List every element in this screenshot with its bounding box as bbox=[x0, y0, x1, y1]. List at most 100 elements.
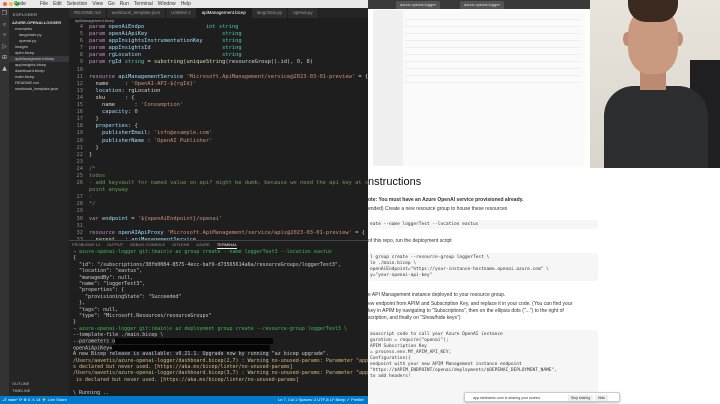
line-number: 15 bbox=[76, 102, 84, 109]
extensions-icon[interactable]: ⊞ bbox=[0, 52, 9, 63]
editor-tab[interactable]: workbook_template.json bbox=[106, 8, 167, 18]
minimize-dot[interactable] bbox=[9, 2, 13, 6]
panel-tab[interactable]: DEBUG CONSOLE bbox=[130, 241, 165, 249]
editor-tab[interactable]: apiManagement.bicep bbox=[196, 8, 252, 18]
file-tree-label: workbook_template.json bbox=[15, 86, 59, 91]
browser-tab[interactable]: azure-openai-logger bbox=[396, 1, 440, 9]
code-area[interactable]: 4 param openAiEndpo int string 5 param open… bbox=[69, 24, 369, 240]
code-token: param bbox=[89, 38, 109, 45]
menu-item[interactable]: Help bbox=[181, 0, 191, 8]
editor-tab[interactable]: openai.py bbox=[288, 8, 319, 18]
code-token: param bbox=[89, 52, 109, 59]
file-tree-label: examples bbox=[15, 26, 33, 31]
timeline-section[interactable]: TIMELINE bbox=[12, 388, 30, 393]
code-token: todos bbox=[89, 172, 106, 179]
code-token: openAiApiKey bbox=[108, 31, 148, 38]
portal-table-row bbox=[405, 35, 581, 41]
status-left[interactable]: ⎇ main* ⟳ ⊗ 0 ⚠ 14 ⚡ Live Share bbox=[2, 396, 67, 404]
editor-tab[interactable]: langchain.py bbox=[251, 8, 289, 18]
menu-item[interactable]: View bbox=[92, 0, 103, 8]
code-token: string bbox=[218, 24, 239, 30]
menu-item[interactable]: Go bbox=[108, 0, 115, 8]
hide-button[interactable]: Hide bbox=[595, 395, 608, 401]
bottom-panel: PROBLEMS 14 OUTPUT DEBUG CONSOLE GITLENS AZU… bbox=[69, 240, 368, 396]
terminal-text: /Users/aavetis/azure-openai-logger/dashb… bbox=[73, 370, 368, 377]
code-token: resource bbox=[89, 73, 119, 80]
code-line: 17 } bbox=[69, 116, 368, 123]
code-line: 32 resource openAIApiProxy 'Microsoft.Api… bbox=[69, 230, 368, 237]
file-tree-label: openai.py bbox=[19, 38, 37, 43]
terminal-text: → azure-openai-logger git:(main)✗ az dep… bbox=[73, 325, 347, 332]
line-number: 17 bbox=[76, 116, 84, 123]
run-debug-icon[interactable]: ▷ bbox=[0, 41, 9, 52]
terminal[interactable]: → azure-openai-logger git:(main)✗ az gro… bbox=[69, 249, 368, 396]
panel-tab[interactable]: AZURE bbox=[196, 241, 210, 249]
editor-tab[interactable]: Untitled-1 bbox=[166, 8, 197, 18]
panel-tab-label: GITLENS bbox=[172, 242, 190, 247]
line-number: 18 bbox=[76, 123, 84, 130]
code-token: properties bbox=[89, 123, 128, 130]
line-text: param appInsightsInstrumentationKey stri… bbox=[89, 38, 242, 45]
line-number: 13 bbox=[76, 87, 84, 94]
portal-table-row bbox=[405, 28, 581, 34]
line-text: } bbox=[89, 116, 98, 123]
panel-tab[interactable]: TERMINAL bbox=[216, 241, 238, 249]
code-token: string bbox=[124, 59, 145, 66]
step-create-group: ended) Create a new resource group to ho… bbox=[368, 206, 508, 212]
project-folder[interactable]: AZURE-OPENAI-LOGGER bbox=[9, 17, 69, 25]
editor-tab[interactable]: README.md bbox=[69, 8, 107, 18]
menu-item[interactable]: Selection bbox=[67, 0, 88, 8]
terminal-text: /Users/aavetis/azure-openai-logger/dashb… bbox=[73, 357, 368, 364]
terminal-text: s declared but never used. [https://aka.… bbox=[73, 364, 293, 371]
code-token: */ bbox=[89, 201, 96, 208]
panel-tab[interactable]: PROBLEMS 14 bbox=[72, 241, 100, 249]
menu-item[interactable]: Window bbox=[158, 0, 176, 8]
code-token: 'Consumption' bbox=[140, 102, 184, 109]
azure-icon[interactable]: ▲ bbox=[0, 63, 9, 74]
code-line: 24 /* bbox=[69, 166, 368, 173]
panel-tab-label: TERMINAL bbox=[216, 242, 238, 247]
menu-item[interactable]: File bbox=[40, 0, 48, 8]
status-right[interactable]: Ln 7, Col 1 Spaces: 2 UTF-8 LF Bicep ✓ P… bbox=[278, 396, 364, 404]
portal-table-row bbox=[405, 42, 581, 48]
code-token: appInsightsId bbox=[108, 45, 151, 52]
code-line: 8 param rgLocation string bbox=[69, 52, 368, 59]
portal-table-row bbox=[405, 77, 581, 83]
code-line: 7 param appInsightsId string bbox=[69, 45, 368, 52]
code-token: = { bbox=[355, 73, 368, 80]
line-number: 5 bbox=[79, 31, 83, 38]
menu-item[interactable]: Edit bbox=[53, 0, 62, 8]
code-line: 5 param openAiApiKey string bbox=[69, 31, 368, 38]
code-line: y="your-openai-api-key" bbox=[370, 273, 433, 278]
outline-section[interactable]: OUTLINE bbox=[12, 381, 29, 386]
panel-tab[interactable]: OUTPUT bbox=[107, 241, 123, 249]
code-token: publisherEmail bbox=[89, 130, 148, 137]
line-text: location: rgLocation bbox=[89, 88, 160, 95]
terminal-text: "managedBy": null, bbox=[73, 274, 134, 281]
file-tree-label: images bbox=[15, 44, 28, 49]
panel-tab[interactable]: GITLENS bbox=[172, 241, 189, 249]
stop-sharing-button[interactable]: Stop sharing bbox=[568, 395, 594, 401]
readme-document: nstructions ote: You must have an Azure … bbox=[368, 168, 720, 404]
code-line: 26 - add keyvault for named value on api?… bbox=[69, 180, 369, 187]
close-dot[interactable] bbox=[3, 2, 7, 6]
terminal-text: --template-file ./main.bicep \ bbox=[73, 332, 164, 339]
search-icon[interactable]: ⌕ bbox=[0, 19, 9, 30]
menu-item[interactable]: Terminal bbox=[134, 0, 153, 8]
code-line: 16 capacity: 0 bbox=[69, 109, 368, 116]
code-block-deploy[interactable]: l group create --resource-group loggerTe… bbox=[368, 253, 598, 281]
code-block-group[interactable]: eate --name loggerTest --location eastus bbox=[368, 220, 598, 229]
file-tree-item[interactable]: workbook_template.json bbox=[9, 86, 69, 92]
code-token: string bbox=[222, 45, 242, 52]
browser-tab[interactable]: azure-openai-logger bbox=[460, 1, 504, 9]
menu-item[interactable]: Run bbox=[120, 0, 129, 8]
files-icon[interactable]: ❐ bbox=[0, 8, 9, 19]
status-bar: ⎇ main* ⟳ ⊗ 0 ⚠ 14 ⚡ Live Share Ln 7, Co… bbox=[0, 396, 368, 404]
code-token: substring bbox=[153, 59, 184, 66]
source-control-icon[interactable]: ⑂ bbox=[0, 30, 9, 41]
line-text: param openAiApiKey string bbox=[89, 31, 242, 38]
line-text: */ bbox=[89, 201, 96, 208]
terminal-text: { bbox=[73, 255, 77, 262]
